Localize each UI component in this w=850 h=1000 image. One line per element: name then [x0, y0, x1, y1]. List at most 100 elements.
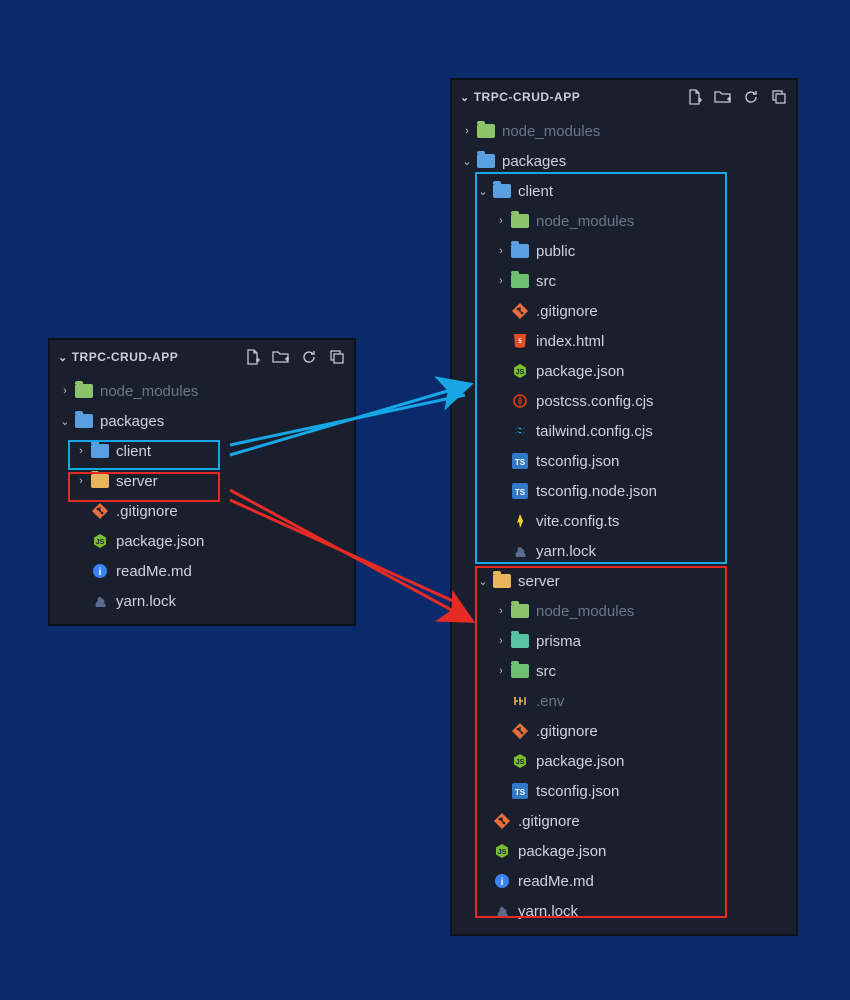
tree-item[interactable]: ›client	[50, 436, 354, 466]
tree-item-label: packages	[100, 413, 164, 430]
tree-item[interactable]: ›node_modules	[452, 206, 796, 236]
chevron-right-icon[interactable]: ›	[494, 215, 508, 227]
folder-blue-icon	[90, 441, 110, 461]
tree-item-label: package.json	[116, 533, 204, 550]
tree-item-label: yarn.lock	[116, 593, 176, 610]
tree-item-label: .env	[536, 693, 564, 710]
explorer-panel-expanded: ⌄ TRPC-CRUD-APP ›node_modules⌄packages⌄c…	[450, 78, 798, 936]
tree-item[interactable]: ⌄packages	[452, 146, 796, 176]
tree-item[interactable]: yarn.lock	[50, 586, 354, 616]
chevron-right-icon[interactable]: ›	[460, 125, 474, 137]
tree-item[interactable]: ⌄ packages	[50, 406, 354, 436]
git-icon	[510, 301, 530, 321]
tree-item[interactable]: ›node_modules	[452, 116, 796, 146]
tree-item[interactable]: ireadMe.md	[50, 556, 354, 586]
tree-item[interactable]: JSpackage.json	[452, 746, 796, 776]
chevron-right-icon[interactable]: ›	[494, 665, 508, 677]
folder-yellow-icon	[90, 471, 110, 491]
tree-item[interactable]: yarn.lock	[452, 536, 796, 566]
refresh-icon[interactable]	[742, 88, 760, 106]
tree-item[interactable]: TS tsconfig.json	[452, 776, 796, 806]
collapse-all-icon[interactable]	[770, 88, 788, 106]
tree-item-label: vite.config.ts	[536, 513, 619, 530]
ts-icon: TS	[510, 481, 530, 501]
chevron-right-icon[interactable]: ›	[58, 385, 72, 397]
chevron-down-icon[interactable]: ⌄	[460, 155, 474, 168]
chevron-right-icon[interactable]: ›	[494, 635, 508, 647]
tree-item[interactable]: ›server	[50, 466, 354, 496]
ts-icon: TS	[510, 451, 530, 471]
svg-text:JS: JS	[498, 849, 507, 856]
tree-item-label: index.html	[536, 333, 604, 350]
tree-item[interactable]: ›src	[452, 656, 796, 686]
collapse-all-icon[interactable]	[328, 348, 346, 366]
folder-blue-icon	[492, 181, 512, 201]
tree-item[interactable]: JS package.json	[50, 526, 354, 556]
tree-item[interactable]: ⌄client	[452, 176, 796, 206]
folder-src-icon	[510, 661, 530, 681]
tree-item[interactable]: › node_modules	[50, 376, 354, 406]
chevron-down-icon[interactable]: ⌄	[58, 351, 68, 364]
tree-item[interactable]: TStsconfig.node.json	[452, 476, 796, 506]
tree-item-label: tsconfig.json	[536, 453, 619, 470]
tree-item[interactable]: ›node_modules	[452, 596, 796, 626]
folder-node-green-icon	[74, 381, 94, 401]
file-tree: ›node_modules⌄packages⌄client›node_modul…	[452, 114, 796, 934]
chevron-right-icon[interactable]: ›	[74, 475, 88, 487]
yarn-icon	[492, 901, 512, 921]
chevron-down-icon[interactable]: ⌄	[460, 91, 470, 104]
git-icon	[510, 721, 530, 741]
chevron-down-icon[interactable]: ⌄	[476, 185, 490, 198]
tree-item[interactable]: .gitignore	[50, 496, 354, 526]
tree-item[interactable]: yarn.lock	[452, 896, 796, 926]
tree-item[interactable]: postcss.config.cjs	[452, 386, 796, 416]
tree-item-label: node_modules	[100, 383, 198, 400]
tree-item-label: tsconfig.json	[536, 783, 619, 800]
chevron-right-icon[interactable]: ›	[494, 245, 508, 257]
tree-item-label: package.json	[536, 753, 624, 770]
env-icon	[510, 691, 530, 711]
folder-src-icon	[510, 271, 530, 291]
new-folder-icon[interactable]	[272, 348, 290, 366]
tree-item[interactable]: TS tsconfig.json	[452, 446, 796, 476]
chevron-right-icon[interactable]: ›	[494, 605, 508, 617]
folder-yellow-icon	[492, 571, 512, 591]
tree-item[interactable]: ›prisma	[452, 626, 796, 656]
tree-item[interactable]: 5index.html	[452, 326, 796, 356]
svg-text:i: i	[501, 877, 504, 888]
new-file-icon[interactable]	[686, 88, 704, 106]
tree-item[interactable]: › src	[452, 266, 796, 296]
chevron-right-icon[interactable]: ›	[494, 275, 508, 287]
refresh-icon[interactable]	[300, 348, 318, 366]
tree-item[interactable]: .env	[452, 686, 796, 716]
new-file-icon[interactable]	[244, 348, 262, 366]
tree-item[interactable]: ›public	[452, 236, 796, 266]
tree-item[interactable]: tailwind.config.cjs	[452, 416, 796, 446]
git-icon	[90, 501, 110, 521]
tree-item-label: readMe.md	[518, 873, 594, 890]
tree-item-label: package.json	[518, 843, 606, 860]
ts-icon: TS	[510, 781, 530, 801]
tree-item-label: src	[536, 273, 556, 290]
tailwind-icon	[510, 421, 530, 441]
folder-node-green-icon	[476, 121, 496, 141]
tree-item[interactable]: JS package.json	[452, 836, 796, 866]
tree-item[interactable]: .gitignore	[452, 806, 796, 836]
panel-actions	[244, 348, 346, 366]
node-icon: JS	[492, 841, 512, 861]
postcss-icon	[510, 391, 530, 411]
new-folder-icon[interactable]	[714, 88, 732, 106]
tree-item[interactable]: .gitignore	[452, 296, 796, 326]
tree-item[interactable]: vite.config.ts	[452, 506, 796, 536]
chevron-down-icon[interactable]: ⌄	[58, 415, 72, 428]
tree-item[interactable]: .gitignore	[452, 716, 796, 746]
tree-item[interactable]: JSpackage.json	[452, 356, 796, 386]
folder-blue-icon	[510, 241, 530, 261]
tree-item[interactable]: ⌄server	[452, 566, 796, 596]
tree-item-label: tailwind.config.cjs	[536, 423, 653, 440]
chevron-down-icon[interactable]: ⌄	[476, 575, 490, 588]
svg-text:JS: JS	[96, 539, 105, 546]
chevron-right-icon[interactable]: ›	[74, 445, 88, 457]
tree-item[interactable]: i readMe.md	[452, 866, 796, 896]
yarn-icon	[510, 541, 530, 561]
